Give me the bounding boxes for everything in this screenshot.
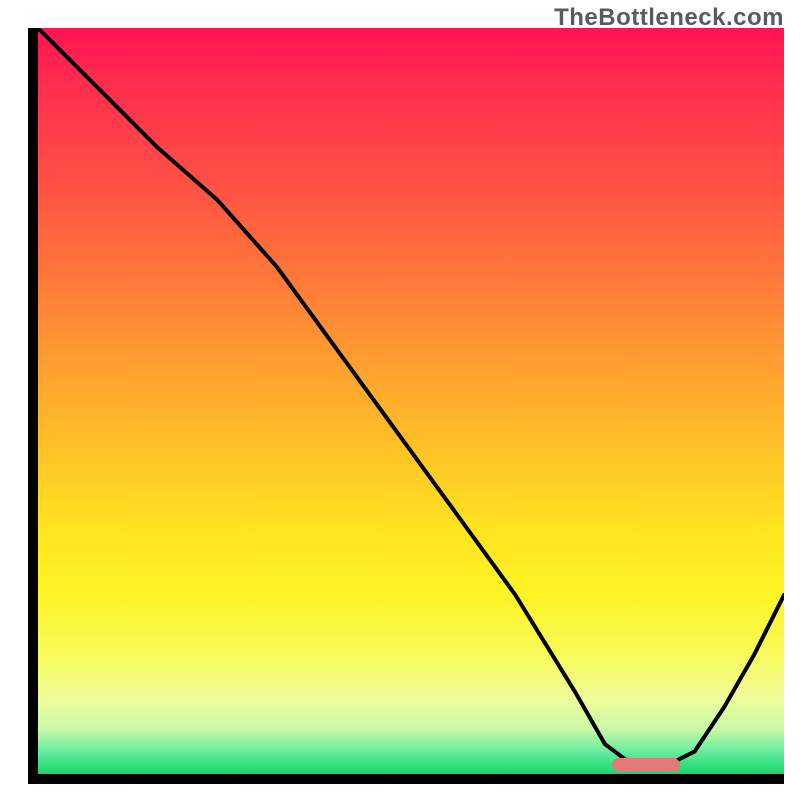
plot-area xyxy=(28,28,784,784)
optimal-range-marker xyxy=(612,758,679,772)
bottleneck-curve xyxy=(38,28,784,774)
chart-frame: TheBottleneck.com xyxy=(0,0,800,800)
